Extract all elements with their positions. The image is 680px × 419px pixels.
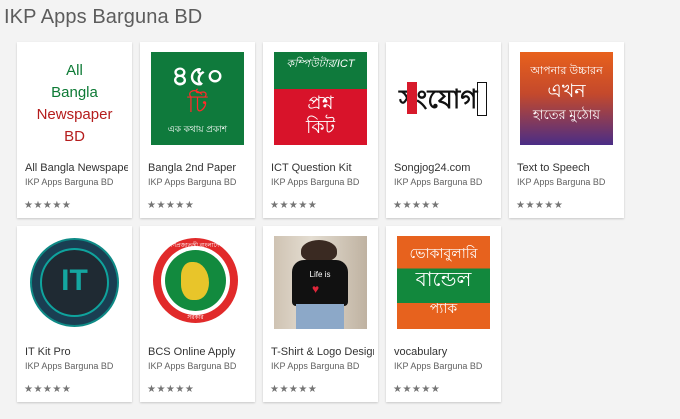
app-name[interactable]: BCS Online Apply (148, 346, 251, 358)
app-name[interactable]: IT Kit Pro (25, 346, 128, 358)
rating-stars: ★★★★★ (24, 384, 72, 395)
app-name[interactable]: Text to Speech (517, 162, 620, 174)
app-card-bcs-online-apply[interactable]: গণপ্রজাতন্ত্রী বাংলাদেশ সরকার BCS Online… (140, 226, 255, 402)
app-developer[interactable]: IKP Apps Barguna BD (271, 361, 374, 371)
icon-text: বান্ডেল (415, 269, 472, 291)
icon-text: সরকার (187, 315, 204, 321)
icon-text: প্যাক (429, 300, 458, 316)
icon-text: কম্পিউটার/ICT (286, 58, 355, 70)
app-name[interactable]: vocabulary (394, 346, 497, 358)
icon-text: টি (187, 91, 208, 118)
app-developer[interactable]: IKP Apps Barguna BD (394, 361, 497, 371)
vocabulary-icon: ভোকাবুলারি বান্ডেল প্যাক (397, 236, 490, 329)
app-card-vocabulary[interactable]: ভোকাবুলারি বান্ডেল প্যাক vocabulary IKP … (386, 226, 501, 402)
app-name[interactable]: T-Shirt & Logo Design (271, 346, 374, 358)
app-card-tshirt-logo-design[interactable]: Life is ♥ T-Shirt & Logo Design IKP Apps… (263, 226, 378, 402)
app-card-songjog24[interactable]: সংযোগ Songjog24.com IKP Apps Barguna BD … (386, 42, 501, 218)
app-developer[interactable]: IKP Apps Barguna BD (148, 177, 251, 187)
app-developer[interactable]: IKP Apps Barguna BD (25, 177, 128, 187)
rating-stars: ★★★★★ (147, 200, 195, 211)
icon-text: ভোকাবুলারি (409, 245, 478, 261)
icon-text: হাতের মুঠোয় (532, 107, 601, 122)
icon-text: আপনার উচ্চারন (530, 65, 603, 77)
app-name[interactable]: ICT Question Kit (271, 162, 374, 174)
icon-text: ৪৫০ (171, 61, 224, 91)
icon-text: IT (61, 264, 88, 297)
rating-stars: ★★★★★ (393, 200, 441, 211)
songjog24-icon: সংযোগ (397, 52, 490, 145)
app-developer[interactable]: IKP Apps Barguna BD (517, 177, 620, 187)
app-name[interactable]: Songjog24.com (394, 162, 497, 174)
app-card-text-to-speech[interactable]: আপনার উচ্চারন এখন হাতের মুঠোয় Text to S… (509, 42, 624, 218)
icon-text: এক কথায় প্রকাশ (167, 124, 228, 134)
ict-question-kit-icon: কম্পিউটার/ICT প্রশ্ন কিট (274, 52, 367, 145)
app-card-bangla-2nd-paper[interactable]: ৪৫০ টি এক কথায় প্রকাশ Bangla 2nd Paper … (140, 42, 255, 218)
app-card-it-kit-pro[interactable]: IT IT Kit Pro IKP Apps Barguna BD ★★★★★ (17, 226, 132, 402)
app-card-all-bangla-newspaper[interactable]: All Bangla Newspaper BD All Bangla Newsp… (17, 42, 132, 218)
icon-text: Life is (309, 270, 331, 279)
bangla-2nd-paper-icon: ৪৫০ টি এক কথায় প্রকাশ (151, 52, 244, 145)
icon-text: BD (64, 128, 85, 145)
developer-title: IKP Apps Barguna BD (4, 6, 203, 28)
app-developer[interactable]: IKP Apps Barguna BD (394, 177, 497, 187)
rating-stars: ★★★★★ (270, 200, 318, 211)
app-developer[interactable]: IKP Apps Barguna BD (148, 361, 251, 371)
icon-text: Newspaper (36, 106, 113, 123)
icon-text: প্রশ্ন (307, 93, 334, 114)
rating-stars: ★★★★★ (147, 384, 195, 395)
app-developer[interactable]: IKP Apps Barguna BD (25, 361, 128, 371)
icon-text: কিট (305, 117, 336, 138)
icon-text: এখন (547, 81, 586, 102)
icon-text: All (66, 62, 83, 79)
app-name[interactable]: Bangla 2nd Paper (148, 162, 251, 174)
rating-stars: ★★★★★ (270, 384, 318, 395)
app-name[interactable]: All Bangla Newspaper (25, 162, 128, 174)
bcs-online-apply-icon: গণপ্রজাতন্ত্রী বাংলাদেশ সরকার (151, 236, 244, 329)
text-to-speech-icon: আপনার উচ্চারন এখন হাতের মুঠোয় (520, 52, 613, 145)
rating-stars: ★★★★★ (393, 384, 441, 395)
icon-text: Bangla (51, 84, 98, 101)
it-kit-pro-icon: IT (28, 236, 121, 329)
app-developer[interactable]: IKP Apps Barguna BD (271, 177, 374, 187)
heart-icon: ♥ (312, 282, 320, 296)
rating-stars: ★★★★★ (24, 200, 72, 211)
all-bangla-newspaper-icon: All Bangla Newspaper BD (28, 52, 121, 145)
app-card-ict-question-kit[interactable]: কম্পিউটার/ICT প্রশ্ন কিট ICT Question Ki… (263, 42, 378, 218)
icon-text: গণপ্রজাতন্ত্রী বাংলাদেশ (168, 243, 223, 249)
tshirt-logo-design-icon: Life is ♥ (274, 236, 367, 329)
rating-stars: ★★★★★ (516, 200, 564, 211)
